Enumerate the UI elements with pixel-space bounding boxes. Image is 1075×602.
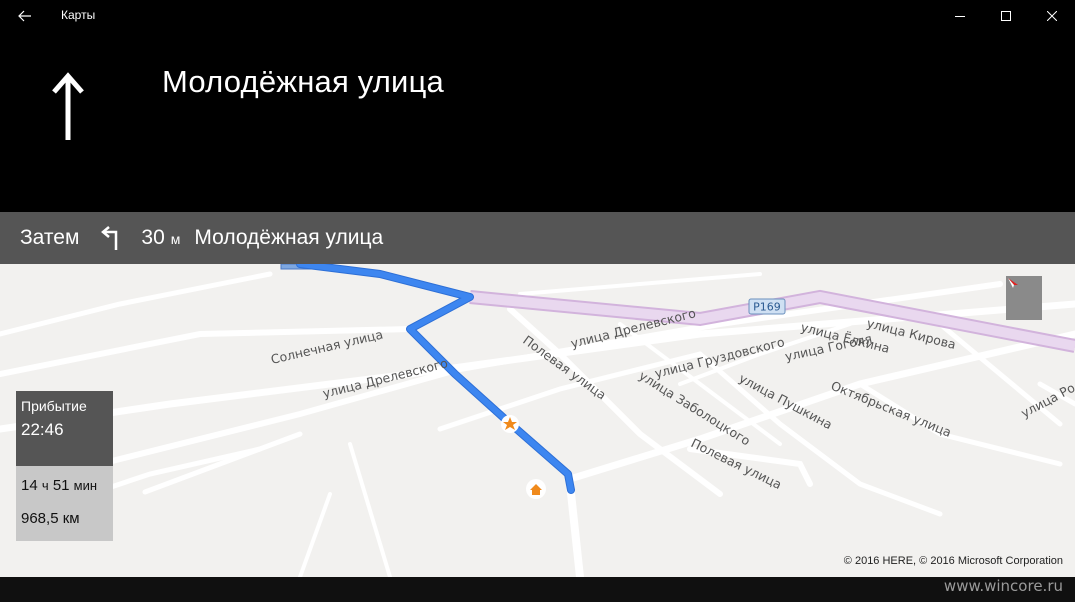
star-poi-icon[interactable] bbox=[501, 415, 519, 433]
next-distance: 30 м bbox=[141, 226, 180, 250]
next-maneuver-bar: Затем 30 м Молодёжная улица bbox=[0, 212, 1075, 264]
remaining-minutes: 51 bbox=[52, 477, 70, 494]
road-badge: P169 bbox=[748, 298, 786, 315]
next-distance-value: 30 bbox=[141, 226, 165, 249]
compass-button[interactable] bbox=[1006, 276, 1042, 320]
current-street: Молодёжная улица bbox=[162, 64, 444, 99]
title-bar: Карты bbox=[0, 0, 1075, 32]
arrival-label: Прибытие bbox=[21, 398, 87, 414]
bottom-bar bbox=[0, 577, 1075, 602]
map-canvas[interactable]: P169 Солнечная улица улица Дрелевского у… bbox=[0, 264, 1075, 577]
window-title: Карты bbox=[61, 8, 96, 22]
map-copyright: © 2016 HERE, © 2016 Microsoft Corporatio… bbox=[843, 555, 1063, 567]
remaining-time: 14 ч 51 мин bbox=[21, 477, 97, 494]
remaining-distance: 968,5 км bbox=[21, 510, 80, 527]
compass-icon bbox=[1008, 278, 1018, 288]
next-street: Молодёжная улица bbox=[194, 226, 384, 249]
svg-text:P169: P169 bbox=[753, 301, 781, 314]
maneuver-panel: Молодёжная улица bbox=[0, 32, 1075, 212]
map-view[interactable]: P169 Солнечная улица улица Дрелевского у… bbox=[0, 264, 1075, 577]
minutes-unit: мин bbox=[73, 478, 98, 493]
trip-stats-panel: 14 ч 51 мин 968,5 км bbox=[16, 466, 113, 541]
maximize-icon bbox=[1001, 11, 1011, 21]
next-distance-unit: м bbox=[170, 231, 181, 247]
watermark: www.wincore.ru bbox=[943, 577, 1063, 595]
remaining-hours: 14 bbox=[21, 477, 38, 494]
arrival-time: 22:46 bbox=[21, 420, 64, 439]
minimize-button[interactable] bbox=[937, 0, 983, 32]
street-label: Октябрьская улица bbox=[829, 378, 954, 440]
arrival-panel: Прибытие 22:46 bbox=[16, 391, 113, 466]
turn-left-icon bbox=[101, 226, 121, 250]
minimize-icon bbox=[955, 16, 965, 17]
close-button[interactable] bbox=[1029, 0, 1075, 32]
back-arrow-icon bbox=[18, 10, 31, 22]
arrow-straight-icon bbox=[48, 70, 88, 147]
maximize-button[interactable] bbox=[983, 0, 1029, 32]
close-icon bbox=[1047, 11, 1057, 21]
hours-unit: ч bbox=[41, 478, 49, 493]
then-label: Затем bbox=[20, 226, 80, 249]
home-poi-icon[interactable] bbox=[526, 479, 546, 499]
back-button[interactable] bbox=[10, 2, 40, 30]
